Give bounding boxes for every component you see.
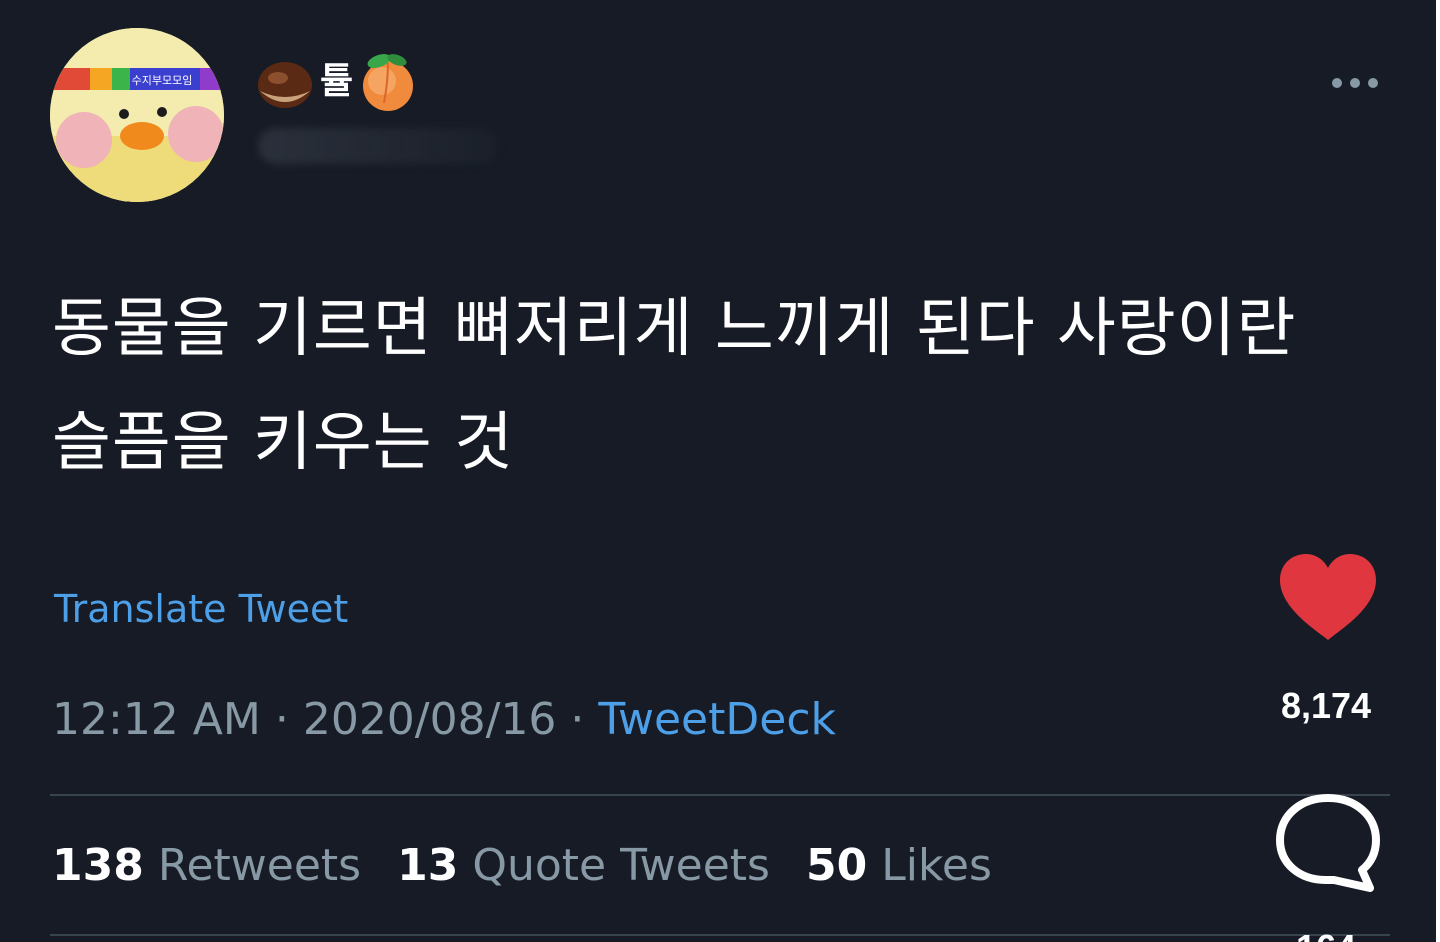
tweet-source-link[interactable]: TweetDeck (598, 694, 836, 745)
tweet-date[interactable]: 2020/08/16 (303, 694, 557, 745)
tweet-text: 동물을 기르면 뼈저리게 느끼게 된다 사랑이란 슬픔을 키우는 것 (52, 292, 1297, 480)
divider (50, 934, 1390, 936)
avatar-badge-text: 수지부모모임 (132, 74, 193, 87)
reply-count: 164 (1262, 926, 1390, 942)
likes-stat[interactable]: 50 Likes (806, 838, 992, 894)
reply-button[interactable] (1274, 792, 1382, 892)
divider (50, 794, 1390, 796)
tweet-detail: 수지부모모임 튤 동물을 기르면 뼈저리게 느끼게 된다 사랑이란 슬픔을 키우… (0, 0, 1436, 942)
meta-separator: · (556, 694, 599, 745)
duck-avatar-image: 수지부모모임 (50, 28, 224, 202)
more-options-button[interactable] (1322, 66, 1388, 100)
retweets-stat[interactable]: 138 Retweets (52, 838, 361, 894)
display-name-text: 튤 (320, 61, 354, 102)
display-name[interactable]: 튤 (254, 52, 419, 112)
heart-filled-icon (1280, 554, 1376, 640)
blurred-handle (258, 128, 498, 164)
avatar[interactable]: 수지부모모임 (50, 28, 224, 202)
more-horizontal-icon (1332, 78, 1342, 88)
tweet-metadata: 12:12 AM · 2020/08/16 · TweetDeck (52, 692, 836, 748)
meta-separator: · (260, 694, 303, 745)
like-count: 8,174 (1280, 685, 1372, 726)
more-horizontal-icon (1350, 78, 1360, 88)
more-horizontal-icon (1368, 78, 1378, 88)
like-button[interactable] (1276, 552, 1380, 644)
peach-emoji (363, 54, 414, 111)
engagement-stats: 138 Retweets 13 Quote Tweets 50 Likes (52, 838, 992, 894)
chestnut-emoji (258, 62, 312, 108)
translate-tweet-link[interactable]: Translate Tweet (54, 584, 348, 634)
quote-tweets-stat[interactable]: 13 Quote Tweets (397, 838, 770, 894)
reply-bubble-icon (1276, 794, 1380, 892)
tweet-time[interactable]: 12:12 AM (52, 694, 261, 745)
